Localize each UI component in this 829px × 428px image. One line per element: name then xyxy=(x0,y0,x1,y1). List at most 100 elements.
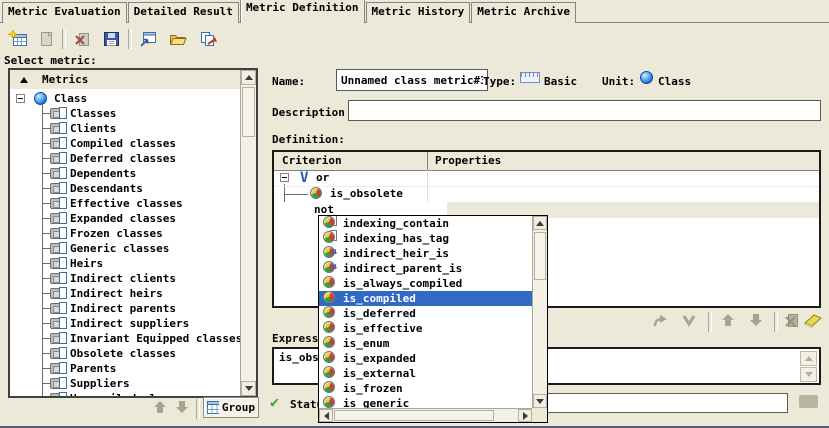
scroll-down-button[interactable] xyxy=(533,394,547,408)
tree-item[interactable]: Indirect clients xyxy=(10,271,240,286)
move-metric-up-button[interactable] xyxy=(152,399,168,415)
tree-item[interactable]: Frozen classes xyxy=(10,226,240,241)
criterion-option[interactable]: is_effective xyxy=(319,321,532,336)
criterion-option[interactable]: is_expanded xyxy=(319,351,532,366)
metric-icon xyxy=(50,197,69,210)
tree-item[interactable]: Classes xyxy=(10,106,240,121)
duplicate-metric-button[interactable] xyxy=(34,27,58,51)
tree-item-label: Compiled classes xyxy=(70,136,176,151)
open-metric-file-button[interactable] xyxy=(166,27,190,51)
criterion-option-selected[interactable]: is_compiled xyxy=(319,291,532,306)
comment-icon[interactable] xyxy=(799,395,818,408)
tree-item[interactable]: Invariant Equipped classes xyxy=(10,331,240,346)
metric-icon xyxy=(50,242,69,255)
expression-scroll-up-button[interactable] xyxy=(800,351,817,366)
raise-criterion-button[interactable] xyxy=(648,310,672,330)
criterion-option[interactable]: is_generic xyxy=(319,396,532,408)
collapse-icon[interactable] xyxy=(280,173,289,182)
lower-criterion-button[interactable] xyxy=(677,310,701,330)
scroll-thumb[interactable] xyxy=(534,232,546,280)
definition-row-or[interactable]: V or xyxy=(274,170,819,187)
scroll-thumb[interactable] xyxy=(242,87,255,137)
metric-icon xyxy=(50,122,69,135)
dropdown-vertical-scrollbar[interactable] xyxy=(532,216,547,408)
tab-label: Metric Evaluation xyxy=(8,5,121,18)
save-metric-icon xyxy=(101,30,121,48)
group-toggle-button[interactable]: Group xyxy=(203,397,259,418)
criterion-option[interactable]: indexing_has_tag xyxy=(319,231,532,246)
tree-item[interactable]: Descendants xyxy=(10,181,240,196)
tree-header-metrics[interactable]: Metrics xyxy=(10,70,240,90)
metric-icon xyxy=(50,377,69,390)
tree-item[interactable]: Generic classes xyxy=(10,241,240,256)
tree-item[interactable]: Parents xyxy=(10,361,240,376)
save-metric-button[interactable] xyxy=(99,27,123,51)
dropdown-horizontal-scrollbar[interactable] xyxy=(319,408,532,422)
scroll-up-button[interactable] xyxy=(241,70,256,85)
expression-scroll-down-button[interactable] xyxy=(800,367,817,382)
tree-item[interactable]: Dependents xyxy=(10,166,240,181)
tab-metric-definition[interactable]: Metric Definition xyxy=(240,0,365,23)
scroll-down-button[interactable] xyxy=(241,381,256,396)
erase-definition-button[interactable] xyxy=(801,310,825,330)
export-metrics-button[interactable] xyxy=(196,27,220,51)
tab-metric-evaluation[interactable]: Metric Evaluation xyxy=(2,2,127,23)
tree-item-class-root[interactable]: Class xyxy=(10,91,240,106)
tree-item-partial[interactable]: Uncompiled classes xyxy=(10,391,240,396)
tree-connector xyxy=(42,173,50,174)
name-input[interactable] xyxy=(336,69,488,91)
metric-icon xyxy=(50,167,69,180)
tab-label: Detailed Result xyxy=(134,5,233,18)
tree-item[interactable]: Indirect suppliers xyxy=(10,316,240,331)
tree-item[interactable]: Heirs xyxy=(10,256,240,271)
tree-item-label: Parents xyxy=(70,361,116,376)
description-input[interactable] xyxy=(348,100,821,121)
tree-item[interactable]: Indirect heirs xyxy=(10,286,240,301)
tab-metric-history[interactable]: Metric History xyxy=(366,2,471,23)
collapse-icon[interactable] xyxy=(16,94,25,103)
type-value: Basic xyxy=(544,75,577,88)
sort-ascending-icon xyxy=(20,77,28,83)
tree-item-label: Generic classes xyxy=(70,241,169,256)
column-divider[interactable] xyxy=(427,152,428,170)
delete-metric-button[interactable] xyxy=(70,27,94,51)
tree-item[interactable]: Obsolete classes xyxy=(10,346,240,361)
metric-icon xyxy=(50,287,69,300)
criterion-option[interactable]: indirect_heir_is xyxy=(319,246,532,261)
move-criterion-down-button[interactable] xyxy=(744,310,768,330)
scroll-up-button[interactable] xyxy=(533,216,547,230)
move-metric-down-button[interactable] xyxy=(174,399,190,415)
scroll-left-button[interactable] xyxy=(319,409,333,422)
tab-detailed-result[interactable]: Detailed Result xyxy=(128,2,239,23)
scroll-right-button[interactable] xyxy=(518,409,532,422)
criterion-option[interactable]: is_external xyxy=(319,366,532,381)
import-metrics-button[interactable] xyxy=(136,27,160,51)
metric-icon xyxy=(50,347,69,360)
definition-row-is-obsolete[interactable]: is_obsolete xyxy=(274,186,819,203)
criterion-option[interactable]: indirect_parent_is xyxy=(319,261,532,276)
tree-scrollbar[interactable] xyxy=(240,70,256,396)
tree-item[interactable]: Suppliers xyxy=(10,376,240,391)
criterion-option[interactable]: is_frozen xyxy=(319,381,532,396)
tree-item[interactable]: Clients xyxy=(10,121,240,136)
group-icon xyxy=(207,401,219,414)
tree-item[interactable]: Expanded classes xyxy=(10,211,240,226)
tree-item-label: Indirect heirs xyxy=(70,286,163,301)
criterion-option[interactable]: is_deferred xyxy=(319,306,532,321)
tree-item[interactable]: Deferred classes xyxy=(10,151,240,166)
tree-item[interactable]: Indirect parents xyxy=(10,301,240,316)
tree-item[interactable]: Effective classes xyxy=(10,196,240,211)
tab-metric-archive[interactable]: Metric Archive xyxy=(471,2,576,23)
criterion-option[interactable]: indexing_contain xyxy=(319,216,532,231)
scroll-thumb[interactable] xyxy=(334,410,494,421)
duplicate-metric-icon xyxy=(36,30,56,48)
new-metric-button[interactable] xyxy=(6,27,30,51)
criterion-option-label: indirect_parent_is xyxy=(343,261,462,276)
criterion-option[interactable]: is_always_compiled xyxy=(319,276,532,291)
metric-icon xyxy=(50,392,69,396)
move-criterion-up-button[interactable] xyxy=(716,310,740,330)
criterion-option[interactable]: is_enum xyxy=(319,336,532,351)
criterion-icon xyxy=(323,291,340,304)
criterion-page-icon xyxy=(323,231,340,244)
tree-item[interactable]: Compiled classes xyxy=(10,136,240,151)
